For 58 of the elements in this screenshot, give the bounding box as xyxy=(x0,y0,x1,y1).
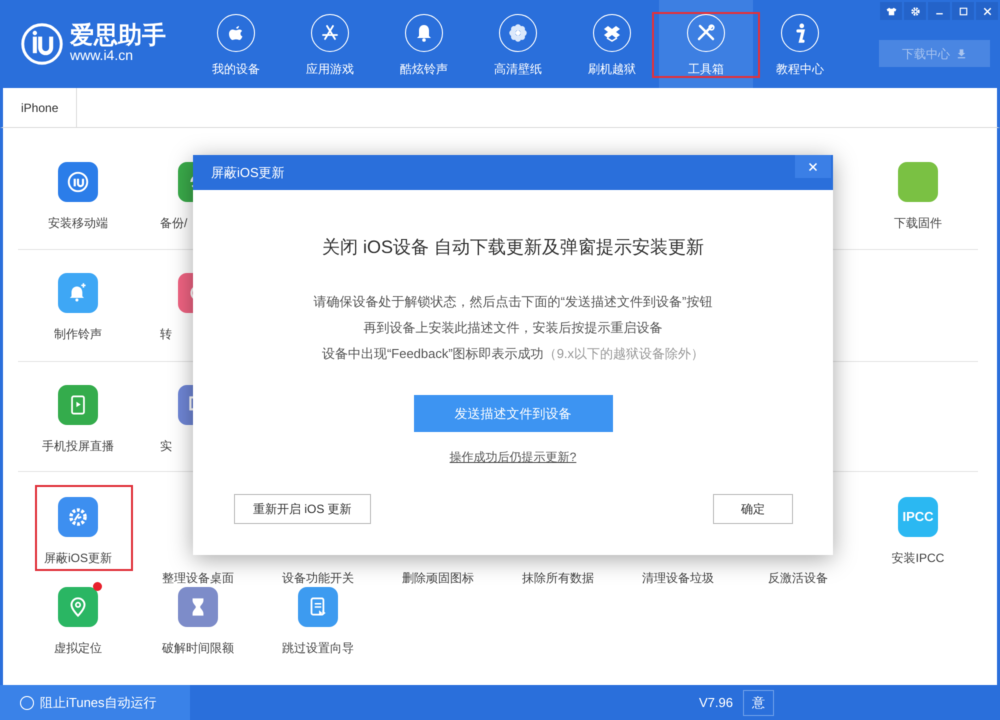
tool-label: 破解时间限额 xyxy=(162,641,234,656)
tool-label: 删除顽固图标 xyxy=(402,571,474,586)
tool-label: 反激活设备 xyxy=(768,571,828,586)
tool-icon[interactable] xyxy=(58,162,98,202)
brand-name: 爱思助手 xyxy=(70,24,166,48)
maximize-icon[interactable] xyxy=(956,4,970,18)
tool-icon[interactable] xyxy=(898,162,938,202)
tool-icon[interactable] xyxy=(58,587,98,627)
tool-label: 跳过设置向导 xyxy=(282,641,354,656)
radio-icon[interactable] xyxy=(20,696,34,710)
tool-icon[interactable] xyxy=(58,385,98,425)
version-text: V7.96 xyxy=(699,694,733,712)
tool-label: 屏蔽iOS更新 xyxy=(44,551,112,566)
logo-icon xyxy=(20,22,64,66)
tool-icon[interactable] xyxy=(58,497,98,537)
tool-label: 安装移动端 xyxy=(48,216,108,230)
close-button[interactable] xyxy=(795,155,831,178)
nav-tab[interactable]: 酷炫铃声 xyxy=(377,0,471,88)
nav-tab[interactable]: 工具箱 xyxy=(659,0,753,88)
close-icon xyxy=(807,160,819,172)
send-profile-button[interactable]: 发送描述文件到设备 xyxy=(414,395,612,432)
tool-label: 备份/ xyxy=(160,216,188,230)
download-icon xyxy=(956,48,967,59)
tool-label: 实 xyxy=(160,439,172,454)
tool-icon[interactable] xyxy=(298,587,338,627)
tool-label: 抹除所有数据 xyxy=(522,571,594,586)
toggle-label: 阻止iTunes自动运行 xyxy=(40,694,157,712)
instruction-text: 设备中出现“Feedback”图标即表示成功 xyxy=(322,346,544,361)
tool-icon[interactable] xyxy=(178,587,218,627)
tool-icon[interactable] xyxy=(58,273,98,313)
ok-button[interactable]: 确定 xyxy=(713,494,793,524)
tool-label: 安装IPCC xyxy=(892,551,944,566)
tool-label: 设备功能开关 xyxy=(282,571,354,586)
nav-tab[interactable]: 教程中心 xyxy=(753,0,847,88)
help-link[interactable]: 操作成功后仍提示更新? xyxy=(450,448,576,466)
app-logo-icon xyxy=(65,169,91,195)
dialog-heading: 关闭 iOS设备 自动下载更新及弹窗提示安装更新 xyxy=(322,236,704,259)
tool-label: 下载固件 xyxy=(894,216,942,230)
tool-label: 手机投屏直播 xyxy=(42,439,114,454)
tool-label: 清理设备垃圾 xyxy=(642,571,714,586)
tool-label: 转 xyxy=(160,327,172,342)
instruction-text: 请确保设备处于解锁状态，然后点击下面的“发送描述文件到设备”按钮 xyxy=(314,293,712,311)
nav-tab[interactable]: 高清壁纸 xyxy=(471,0,565,88)
settings-icon[interactable] xyxy=(908,4,922,18)
tool-label: 整理设备桌面 xyxy=(162,571,234,586)
info-icon xyxy=(796,23,804,43)
tool-label: 制作铃声 xyxy=(54,327,102,342)
itunes-block-toggle[interactable]: 阻止iTunes自动运行 xyxy=(0,685,190,720)
tool-label: 虚拟定位 xyxy=(54,641,102,656)
nav-tab[interactable]: 刷机越狱 xyxy=(565,0,659,88)
brand-url: www.i4.cn xyxy=(70,48,134,64)
feedback-button[interactable]: 意 xyxy=(743,690,774,716)
instruction-text: 再到设备上安装此描述文件，安装后按提示重启设备 xyxy=(364,319,662,337)
nav-tab[interactable]: 我的设备 xyxy=(189,0,283,88)
reenable-update-button[interactable]: 重新开启 iOS 更新 xyxy=(234,494,371,524)
nav-tab[interactable]: 应用游戏 xyxy=(283,0,377,88)
note-text: （9.x以下的越狱设备除外） xyxy=(544,346,704,361)
dialog-title: 屏蔽iOS更新 xyxy=(211,164,285,182)
